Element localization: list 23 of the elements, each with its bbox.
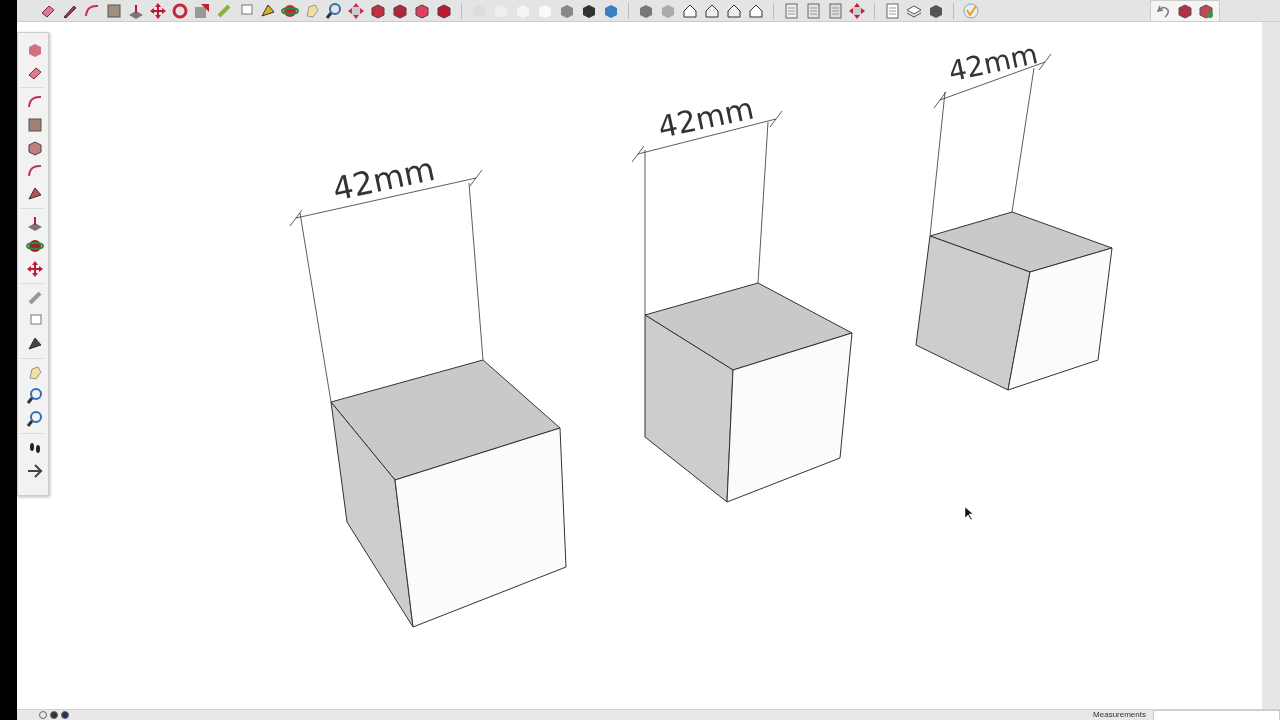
polygon-icon[interactable] (26, 139, 44, 157)
offset-icon[interactable] (26, 260, 44, 278)
follow-me-icon[interactable] (26, 237, 44, 255)
dimension-label: 42mm (945, 37, 1041, 89)
rectangle-icon[interactable] (26, 116, 44, 134)
push-pull-icon[interactable] (26, 214, 44, 232)
protractor-icon[interactable] (26, 289, 44, 307)
rotate-icon[interactable] (171, 1, 189, 20)
measurements-field[interactable] (1153, 710, 1280, 720)
scale-icon[interactable] (193, 1, 211, 20)
zoom-extents-icon[interactable] (347, 1, 365, 20)
zoom-icon[interactable] (26, 387, 44, 405)
arrows-icon[interactable] (848, 1, 866, 20)
rectangle-icon[interactable] (105, 1, 123, 20)
dimension-label: 42mm (654, 90, 757, 145)
help-icon[interactable] (61, 711, 69, 719)
zoom-icon[interactable] (325, 1, 343, 20)
dimension-label: 42mm (329, 149, 439, 209)
user-icon[interactable] (50, 711, 58, 719)
zoom-window-icon[interactable] (26, 410, 44, 428)
measurements-label: Measurements (1093, 710, 1146, 720)
cursor-icon (964, 506, 974, 521)
move-icon[interactable] (149, 1, 167, 20)
